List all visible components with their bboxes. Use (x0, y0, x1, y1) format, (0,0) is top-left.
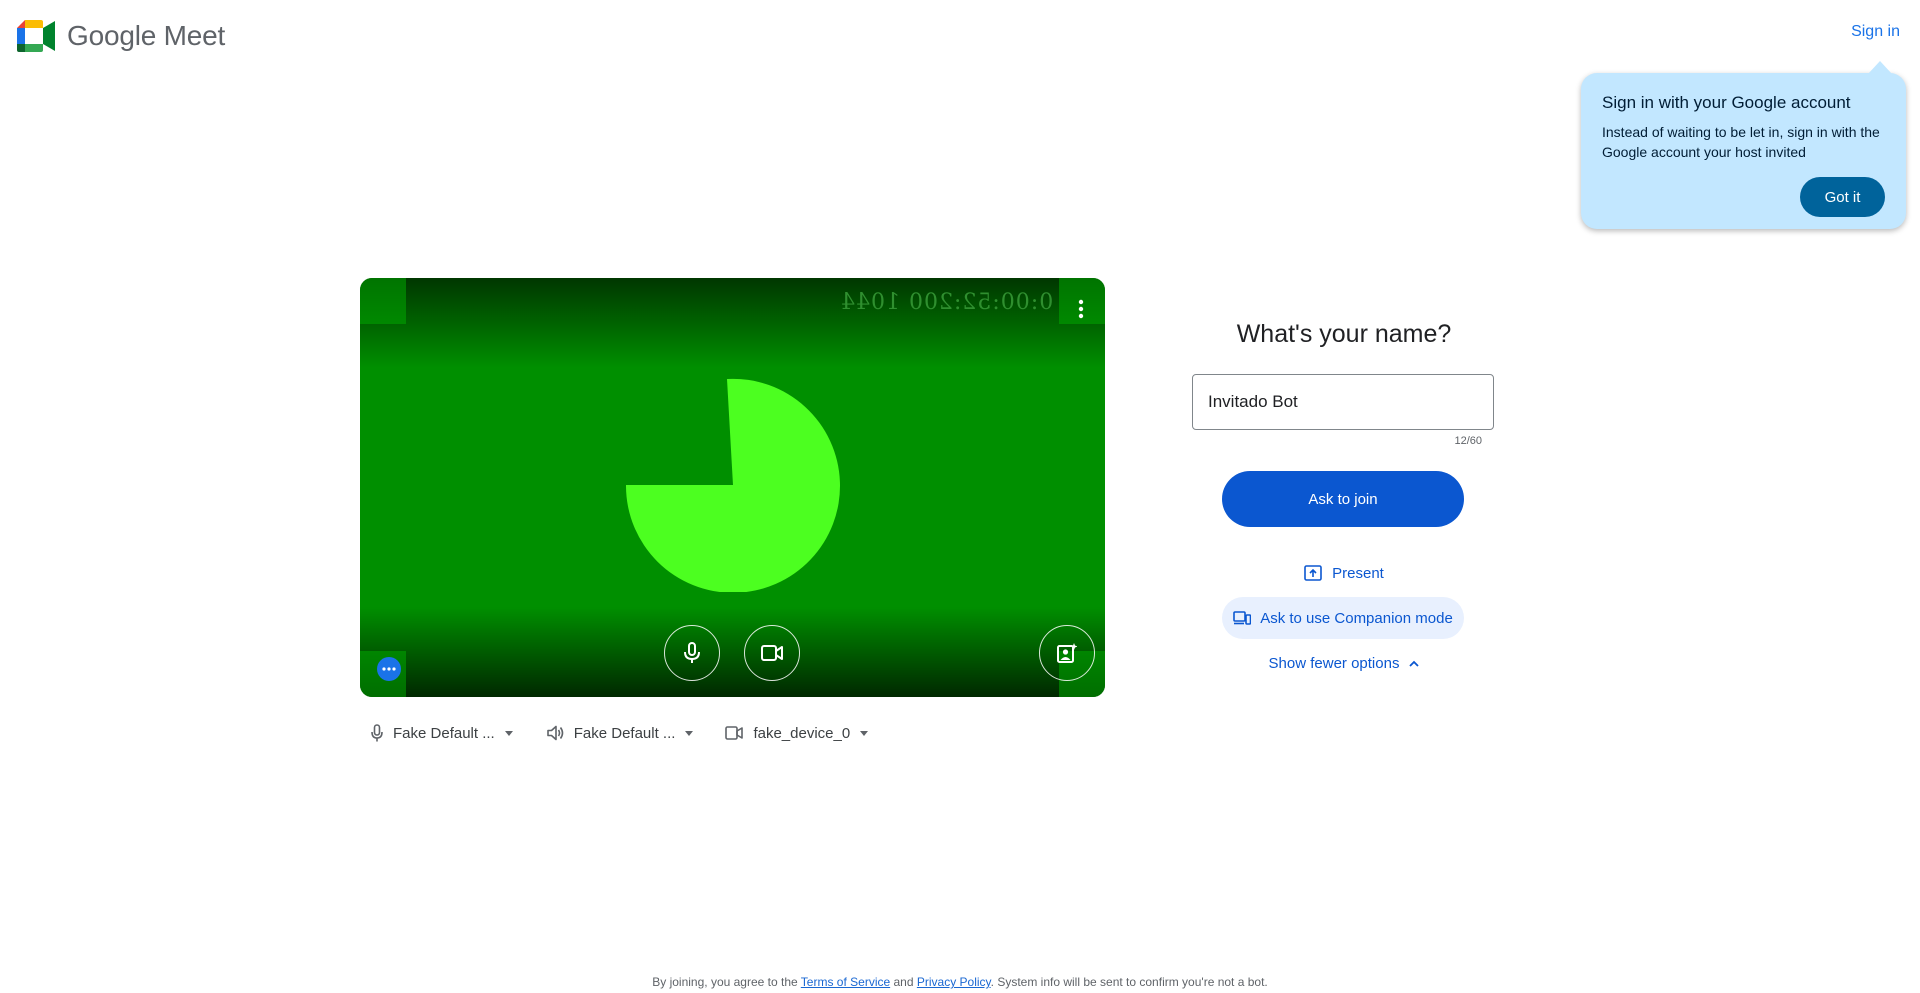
more-actions-button[interactable] (377, 657, 401, 681)
footer-and: and (890, 975, 917, 989)
callout-arrow (1868, 61, 1892, 74)
corner-block (360, 278, 406, 324)
footer-suffix: . System info will be sent to confirm yo… (990, 975, 1268, 989)
visual-effects-icon (1057, 643, 1077, 663)
toggle-camera-button[interactable] (744, 625, 800, 681)
device-selectors: Fake Default ... Fake Default ... fake_d… (371, 721, 896, 745)
camera-icon (725, 726, 744, 740)
character-count: 12/60 (1454, 435, 1482, 447)
footer-prefix: By joining, you agree to the (652, 975, 801, 989)
camera-selector[interactable]: fake_device_0 (725, 724, 869, 742)
privacy-policy-link[interactable]: Privacy Policy (917, 975, 991, 989)
speaker-label: Fake Default ... (573, 724, 676, 742)
video-preview: 0:00:52:200 1044 (360, 278, 1105, 697)
present-icon (1304, 565, 1322, 581)
toggle-microphone-button[interactable] (664, 625, 720, 681)
more-options-button[interactable] (1071, 294, 1091, 324)
google-meet-logo[interactable]: Google Meet (17, 20, 225, 52)
preview-timestamp: 0:00:52:200 1044 (839, 290, 1053, 315)
name-prompt-title: What's your name? (1236, 320, 1452, 348)
mic-icon (684, 642, 700, 663)
companion-label: Ask to use Companion mode (1260, 609, 1453, 627)
more-vert-icon (1078, 299, 1084, 319)
camera-icon (761, 645, 783, 661)
more-horiz-icon (382, 667, 396, 671)
companion-mode-icon (1233, 611, 1252, 625)
present-button[interactable]: Present (1192, 563, 1496, 583)
header: Google Meet Sign in (0, 0, 1920, 76)
preview-bottom-gradient (360, 607, 1105, 697)
mic-icon (371, 724, 383, 742)
callout-body: Instead of waiting to be let in, sign in… (1602, 124, 1880, 160)
meet-logo-icon (17, 20, 55, 52)
dropdown-caret-icon (504, 730, 513, 736)
name-input[interactable] (1192, 374, 1494, 430)
got-it-button[interactable]: Got it (1800, 177, 1885, 217)
show-fewer-options-button[interactable]: Show fewer options (1192, 653, 1496, 673)
fewer-options-label: Show fewer options (1268, 654, 1400, 672)
callout-title: Sign in with your Google account (1602, 93, 1851, 112)
brand-text: Google Meet (67, 20, 226, 51)
preview-pie-graphic (626, 378, 840, 592)
ask-to-join-button[interactable]: Ask to join (1222, 471, 1464, 527)
terms-of-service-link[interactable]: Terms of Service (801, 975, 890, 989)
present-label: Present (1332, 564, 1384, 582)
sign-in-link[interactable]: Sign in (1851, 23, 1900, 41)
companion-mode-button[interactable]: Ask to use Companion mode (1222, 597, 1464, 639)
camera-label: fake_device_0 (753, 724, 851, 742)
join-panel: What's your name? 12/60 Ask to join Pres… (1192, 320, 1496, 672)
microphone-label: Fake Default ... (393, 724, 495, 742)
footer-terms: By joining, you agree to the Terms of Se… (0, 975, 1920, 989)
speaker-icon (546, 725, 564, 741)
speaker-selector[interactable]: Fake Default ... (546, 724, 694, 742)
chevron-up-icon (1409, 660, 1420, 667)
sign-in-callout: Sign in with your Google account Instead… (1581, 61, 1906, 229)
dropdown-caret-icon (860, 730, 869, 736)
dropdown-caret-icon (685, 730, 694, 736)
visual-effects-button[interactable] (1039, 625, 1095, 681)
microphone-selector[interactable]: Fake Default ... (371, 724, 513, 742)
